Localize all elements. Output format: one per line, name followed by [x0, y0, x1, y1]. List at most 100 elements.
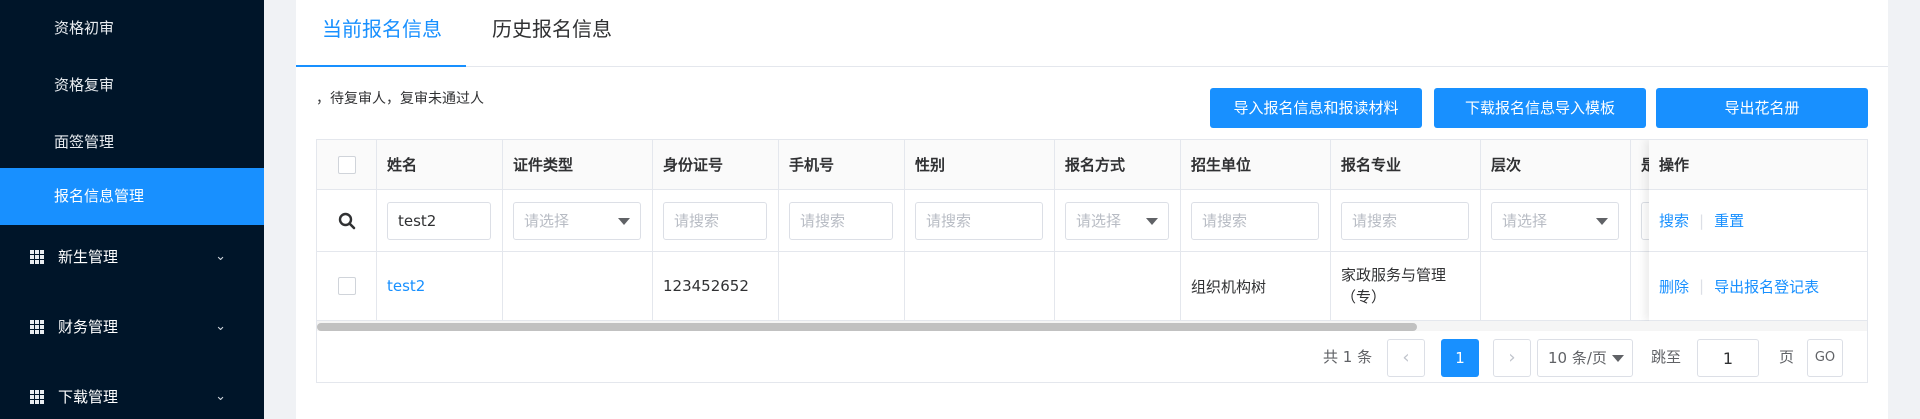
- jump-label: 跳至: [1651, 348, 1682, 366]
- status-hint-text: ，待复审人，复审未通过人: [316, 91, 484, 107]
- column-header-level: 层次: [1481, 140, 1631, 189]
- scrollbar-thumb[interactable]: [317, 323, 1417, 331]
- id-type-select[interactable]: 请选择: [513, 201, 641, 240]
- tab-current-registration[interactable]: 当前报名信息: [322, 0, 442, 67]
- row-id-number: 123452652: [653, 252, 779, 320]
- chevron-down-icon: ⌄: [215, 389, 226, 404]
- row-major-line2: （专）: [1341, 288, 1387, 306]
- grid-icon: [30, 250, 44, 264]
- registration-table: 姓名 证件类型 身份证号 手机号 性别 报名方式 招生单位 报名专业 层次 是 …: [316, 139, 1868, 383]
- page-suffix: 页: [1779, 348, 1795, 366]
- sidebar-item-second-review[interactable]: 资格复审: [0, 57, 264, 114]
- column-header-major: 报名专业: [1331, 140, 1481, 189]
- row-name-link[interactable]: test2: [377, 252, 503, 320]
- right-gutter: [1888, 0, 1920, 419]
- sidebar-group-finance[interactable]: 财务管理 ⌄: [0, 292, 264, 362]
- gender-filter-input[interactable]: [915, 201, 1043, 240]
- major-filter-input[interactable]: [1341, 201, 1469, 240]
- grid-icon: [30, 320, 44, 334]
- divider: |: [1699, 277, 1705, 295]
- filter-cell-phone: [779, 190, 905, 251]
- export-roster-button[interactable]: 导出花名册: [1656, 88, 1868, 128]
- sidebar-group-freshman[interactable]: 新生管理 ⌄: [0, 222, 264, 292]
- tab-bar: 当前报名信息 历史报名信息: [296, 0, 1888, 67]
- go-button[interactable]: GO: [1807, 339, 1843, 377]
- filter-cell-major: [1331, 190, 1481, 251]
- sidebar-item-initial-review[interactable]: 资格初审: [0, 0, 264, 57]
- method-select[interactable]: 请选择: [1065, 201, 1169, 240]
- pagination: 共 1 条 ‹ 1 › 10 条/页 跳至 页 GO: [317, 331, 1867, 382]
- level-select[interactable]: 请选择: [1491, 201, 1619, 240]
- sidebar-group-label: 新生管理: [58, 248, 119, 266]
- page-number-current[interactable]: 1: [1441, 339, 1479, 377]
- sidebar-group-download[interactable]: 下载管理 ⌄: [0, 362, 264, 419]
- row-major: 家政服务与管理 （专）: [1331, 252, 1481, 320]
- grid-icon: [30, 390, 44, 404]
- sidebar-item-label: 资格初审: [54, 19, 115, 37]
- horizontal-scrollbar[interactable]: [317, 321, 1867, 331]
- caret-down-icon: [1596, 217, 1608, 225]
- filter-row: 请选择 请选择 请选择: [317, 190, 1867, 252]
- chevron-left-icon: ‹: [1402, 347, 1410, 368]
- filter-cell-unit: [1181, 190, 1331, 251]
- column-header-unit: 招生单位: [1181, 140, 1331, 189]
- filter-cell-id-type: 请选择: [503, 190, 653, 251]
- row-phone: [779, 252, 905, 320]
- sidebar-item-label: 资格复审: [54, 76, 115, 94]
- name-filter-input[interactable]: [387, 201, 491, 240]
- search-icon[interactable]: [338, 212, 356, 230]
- prev-page-button[interactable]: ‹: [1387, 339, 1425, 377]
- search-link[interactable]: 搜索: [1659, 210, 1689, 231]
- column-header-name: 姓名: [377, 140, 503, 189]
- sidebar-group-label: 财务管理: [58, 318, 119, 336]
- row-major-line1: 家政服务与管理: [1341, 266, 1447, 284]
- sidebar: 资格初审 资格复审 面签管理 报名信息管理 新生管理 ⌄ 财务管理 ⌄ 下载管理…: [0, 0, 264, 419]
- row-method: [1055, 252, 1181, 320]
- next-page-button[interactable]: ›: [1493, 339, 1531, 377]
- row-level: [1481, 252, 1631, 320]
- column-header-operations: 操作: [1649, 140, 1867, 190]
- phone-filter-input[interactable]: [789, 201, 893, 240]
- row-select-cell: [317, 252, 377, 320]
- operations-column: 操作 搜索 | 重置 删除 | 导出报名登记表: [1649, 140, 1867, 321]
- unit-filter-input[interactable]: [1191, 201, 1319, 240]
- sidebar-item-registration-info[interactable]: 报名信息管理: [0, 168, 264, 225]
- active-tab-indicator: [296, 65, 466, 67]
- row-id-type: [503, 252, 653, 320]
- caret-down-icon: [1146, 217, 1158, 225]
- sidebar-item-interview[interactable]: 面签管理: [0, 114, 264, 171]
- row-actions: 删除 | 导出报名登记表: [1649, 252, 1867, 321]
- chevron-down-icon: ⌄: [215, 319, 226, 334]
- download-template-button[interactable]: 下载报名信息导入模板: [1434, 88, 1646, 128]
- id-number-filter-input[interactable]: [663, 201, 767, 240]
- column-header-method: 报名方式: [1055, 140, 1181, 189]
- select-all-checkbox[interactable]: [337, 155, 356, 174]
- sidebar-item-label: 面签管理: [54, 133, 115, 151]
- column-header-id-type: 证件类型: [503, 140, 653, 189]
- caret-down-icon: [618, 217, 630, 225]
- divider: |: [1699, 211, 1705, 230]
- jump-page-input[interactable]: [1697, 339, 1759, 377]
- caret-down-icon: [1612, 355, 1624, 362]
- sidebar-item-label: 报名信息管理: [54, 187, 145, 205]
- select-all-cell: [317, 140, 377, 189]
- row-gender: [905, 252, 1055, 320]
- filter-actions: 搜索 | 重置: [1649, 190, 1867, 252]
- table-row: test2 123452652 组织机构树 家政服务与管理 （专）: [317, 252, 1867, 321]
- row-unit: 组织机构树: [1181, 252, 1331, 320]
- filter-cell-gender: [905, 190, 1055, 251]
- search-icon-cell: [317, 190, 377, 251]
- export-registration-form-link[interactable]: 导出报名登记表: [1714, 276, 1819, 297]
- row-checkbox[interactable]: [337, 277, 356, 295]
- import-registration-button[interactable]: 导入报名信息和报读材料: [1210, 88, 1422, 128]
- filter-cell-method: 请选择: [1055, 190, 1181, 251]
- column-header-gender: 性别: [905, 140, 1055, 189]
- page-size-select[interactable]: 10 条/页: [1537, 339, 1633, 377]
- filter-cell-id-number: [653, 190, 779, 251]
- total-count: 共 1 条: [1323, 348, 1373, 366]
- reset-link[interactable]: 重置: [1714, 210, 1744, 231]
- delete-link[interactable]: 删除: [1659, 276, 1689, 297]
- column-header-phone: 手机号: [779, 140, 905, 189]
- tab-history-registration[interactable]: 历史报名信息: [492, 0, 612, 67]
- table-header: 姓名 证件类型 身份证号 手机号 性别 报名方式 招生单位 报名专业 层次 是: [317, 140, 1867, 190]
